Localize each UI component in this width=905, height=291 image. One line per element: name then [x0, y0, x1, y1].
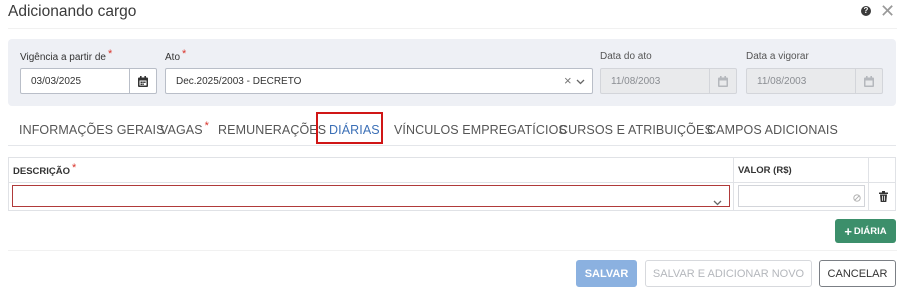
vigencia-label: Vigência a partir de * [20, 48, 113, 63]
data-vigorar-field: 11/08/2003 [746, 68, 883, 94]
tab-vinculos-empregaticios[interactable]: VÍNCULOS EMPREGATÍCIOS [394, 123, 567, 137]
save-and-add-new-button[interactable]: SALVAR E ADICIONAR NOVO [645, 260, 812, 287]
ato-value: Dec.2025/2003 - DECRETO [176, 76, 302, 87]
add-diaria-button[interactable]: + DIÁRIA [835, 219, 896, 243]
header-divider [8, 28, 897, 29]
descricao-select[interactable] [12, 185, 730, 207]
column-header-descricao: DESCRIÇÃO * [13, 162, 77, 177]
data-vigorar-value: 11/08/2003 [757, 76, 807, 87]
footer-divider [8, 250, 897, 251]
header-divider [9, 182, 895, 183]
tab-campos-adicionais[interactable]: CAMPOS ADICIONAIS [707, 123, 838, 137]
data-ato-value: 11/08/2003 [611, 76, 661, 87]
diarias-table: DESCRIÇÃO * VALOR (R$) [8, 157, 896, 211]
calendar-icon [855, 69, 882, 93]
vigencia-value: 03/03/2025 [31, 76, 82, 87]
save-button[interactable]: SALVAR [576, 260, 637, 287]
data-ato-label: Data do ato [600, 51, 652, 62]
add-diaria-label: DIÁRIA [853, 225, 887, 237]
dialog-title: Adicionando cargo [8, 3, 137, 20]
close-icon[interactable]: ✕ [880, 1, 895, 21]
tab-informacoes-gerais[interactable]: INFORMAÇÕES GERAIS [19, 123, 165, 137]
tab-bar: INFORMAÇÕES GERAIS VAGAS * REMUNERAÇÕES D… [8, 116, 896, 146]
cancel-button[interactable]: CANCELAR [819, 260, 896, 287]
plus-icon: + [844, 223, 852, 239]
data-ato-field: 11/08/2003 [600, 68, 737, 94]
chevron-down-icon[interactable] [576, 77, 585, 88]
column-header-valor: VALOR (R$) [738, 165, 792, 176]
ato-label: Ato * [165, 48, 187, 63]
vigencia-date-field[interactable]: 03/03/2025 [20, 68, 157, 94]
column-divider [868, 158, 869, 210]
tab-remuneracoes[interactable]: REMUNERAÇÕES [218, 123, 326, 137]
trash-icon[interactable] [875, 187, 891, 205]
tab-vagas[interactable]: VAGAS * [160, 120, 209, 137]
tab-cursos-atribuicoes[interactable]: CURSOS E ATRIBUIÇÕES [559, 123, 713, 137]
clear-icon[interactable]: × [564, 73, 572, 88]
column-divider [733, 158, 734, 210]
help-icon[interactable]: ? [861, 6, 871, 16]
calendar-icon[interactable] [129, 69, 156, 93]
form-panel: Vigência a partir de * 03/03/2025 Ato * De… [8, 39, 896, 106]
no-entry-icon [853, 189, 861, 207]
valor-input[interactable] [738, 185, 865, 207]
ato-select[interactable]: Dec.2025/2003 - DECRETO × [165, 68, 593, 94]
active-tab-highlight [316, 112, 383, 144]
calendar-icon [709, 69, 736, 93]
data-vigorar-label: Data a vigorar [746, 51, 809, 62]
chevron-down-icon[interactable] [713, 193, 722, 211]
